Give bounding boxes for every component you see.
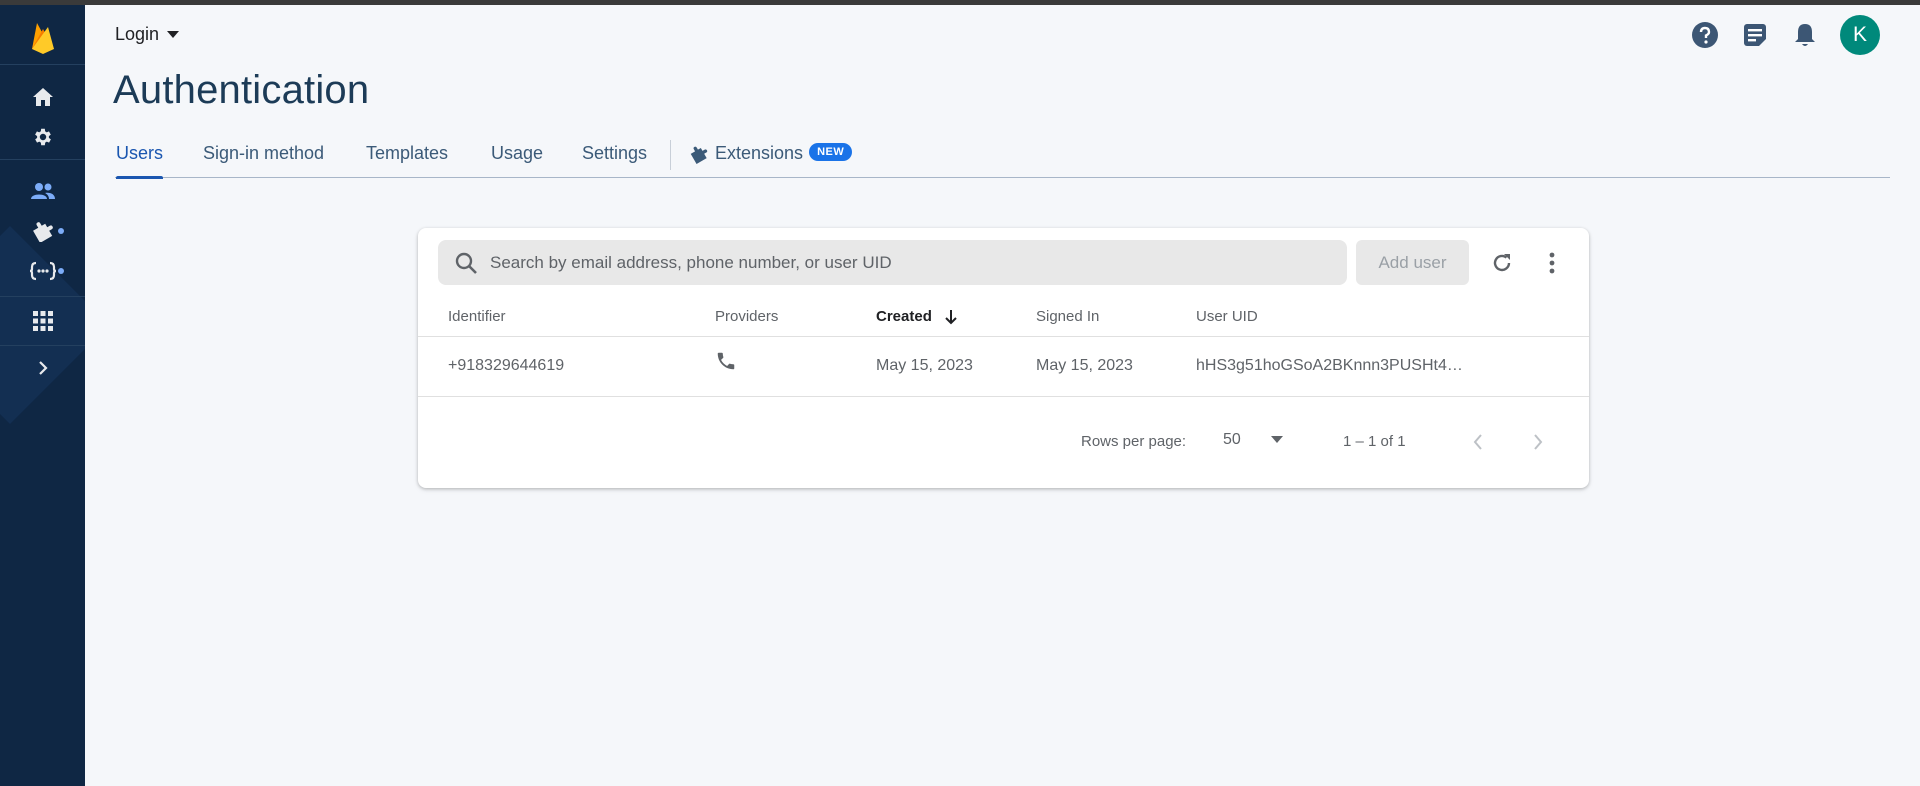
gear-icon[interactable]: [0, 117, 85, 157]
rail-divider: [0, 345, 85, 346]
window-top-strip: [0, 0, 1920, 5]
release-notes-icon[interactable]: [1740, 20, 1770, 50]
caret-down-icon: [1270, 436, 1283, 443]
tab-bar: Users Sign-in method Templates Usage Set…: [115, 140, 1890, 179]
rows-per-page-label: Rows per page:: [1081, 433, 1187, 450]
avatar[interactable]: K: [1840, 15, 1880, 55]
tab-settings[interactable]: Settings: [582, 140, 647, 178]
rail-divider: [0, 296, 85, 297]
column-created[interactable]: Created: [876, 308, 958, 325]
caret-down-icon: [167, 30, 180, 38]
next-page-icon[interactable]: [1526, 430, 1550, 454]
column-providers[interactable]: Providers: [715, 308, 778, 325]
rows-per-page-value: 50: [1223, 431, 1241, 448]
apps-grid-icon[interactable]: [0, 301, 85, 341]
row-divider: [418, 396, 1589, 397]
column-signed-in[interactable]: Signed In: [1036, 308, 1099, 325]
more-options-icon[interactable]: [1539, 250, 1565, 276]
tab-extensions-label: Extensions: [715, 143, 804, 163]
home-icon[interactable]: [0, 77, 85, 117]
rail-divider: [0, 64, 85, 65]
search-box[interactable]: [438, 240, 1347, 285]
cell-user-uid: hHS3g51hoGSoA2BKnnn3PUSHt4…: [1196, 357, 1463, 374]
new-badge: NEW: [809, 143, 853, 161]
pagination-range: 1 – 1 of 1: [1343, 433, 1406, 450]
functions-icon[interactable]: [0, 251, 85, 291]
sidebar-rail: [0, 5, 85, 786]
rail-divider: [0, 159, 85, 160]
add-user-button[interactable]: Add user: [1356, 240, 1469, 285]
column-created-label: Created: [876, 308, 932, 325]
tab-sign-in-method[interactable]: Sign-in method: [203, 140, 324, 178]
search-icon: [455, 252, 477, 274]
notifications-icon[interactable]: [1790, 20, 1820, 50]
cell-created: May 15, 2023: [876, 357, 973, 374]
page-title: Authentication: [113, 68, 370, 112]
users-table-card: Add user Identifier Providers Created Si…: [418, 228, 1589, 488]
header-divider: [418, 336, 1589, 337]
rows-per-page-select[interactable]: 50: [1223, 431, 1283, 449]
extensions-indicator-dot: [58, 228, 64, 234]
expand-icon[interactable]: [0, 348, 85, 388]
firebase-logo[interactable]: [0, 15, 85, 60]
tab-extensions[interactable]: Extensions NEW: [689, 140, 853, 178]
project-name: Login: [115, 24, 160, 44]
users-icon[interactable]: [0, 171, 85, 211]
cell-signed-in: May 15, 2023: [1036, 357, 1133, 374]
tab-divider: [670, 140, 671, 170]
functions-indicator-dot: [58, 268, 64, 274]
extensions-icon[interactable]: [0, 211, 85, 251]
column-user-uid[interactable]: User UID: [1196, 308, 1258, 325]
phone-icon: [715, 350, 737, 377]
refresh-icon[interactable]: [1489, 250, 1515, 276]
header-actions: K: [1690, 15, 1880, 55]
help-icon[interactable]: [1690, 20, 1720, 50]
tab-users[interactable]: Users: [116, 140, 164, 179]
tab-usage[interactable]: Usage: [491, 140, 543, 178]
search-input[interactable]: [490, 252, 1310, 273]
arrow-down-icon: [945, 309, 957, 324]
previous-page-icon[interactable]: [1466, 430, 1490, 454]
cell-identifier: +918329644619: [448, 357, 565, 374]
column-identifier[interactable]: Identifier: [448, 308, 506, 325]
tab-templates[interactable]: Templates: [366, 140, 448, 178]
project-selector[interactable]: Login: [115, 24, 180, 45]
extensions-icon: [690, 146, 708, 164]
